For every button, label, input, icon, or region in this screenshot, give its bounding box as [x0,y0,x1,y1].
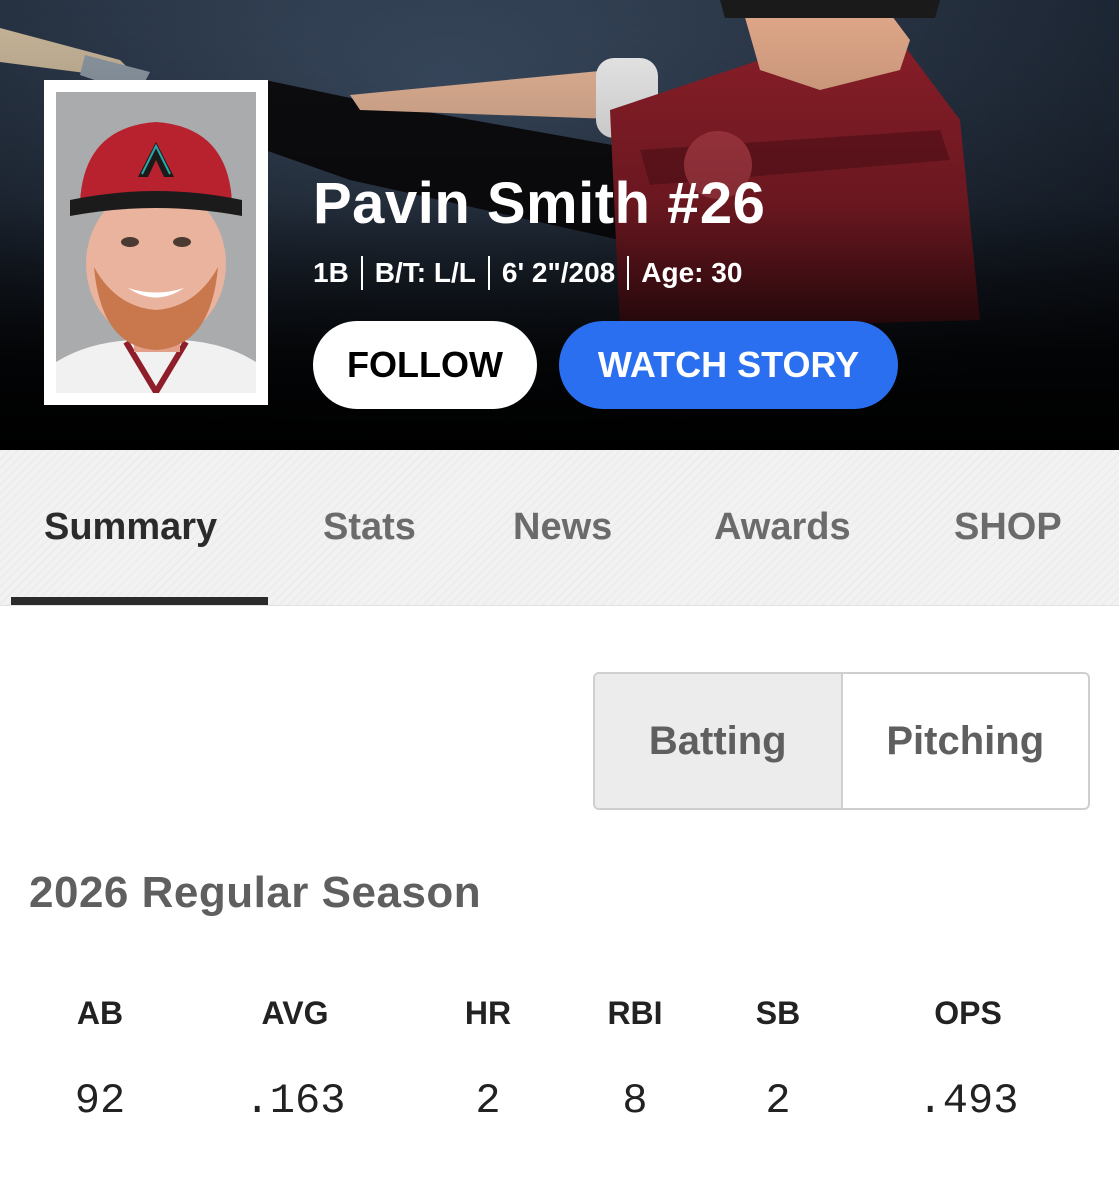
player-bio-line: 1B B/T: L/L 6' 2"/208 Age: 30 [313,256,742,290]
toggle-pitching[interactable]: Pitching [843,674,1089,808]
stat-ab: AB 92 [20,990,180,1126]
player-name: Pavin Smith #26 [313,171,766,236]
player-tabs: Summary Stats News Awards SHOP [0,450,1119,606]
tab-shop[interactable]: SHOP [954,450,1062,605]
watch-story-button[interactable]: WATCH STORY [559,321,898,409]
stat-value: .163 [244,1077,346,1125]
tab-awards[interactable]: Awards [714,450,851,605]
player-hero: Pavin Smith #26 1B B/T: L/L 6' 2"/208 Ag… [0,0,1119,450]
player-age: Age: 30 [641,257,743,288]
stat-avg: AVG .163 [215,990,375,1126]
tab-stats[interactable]: Stats [323,450,416,605]
stat-value: 2 [765,1077,791,1125]
batting-pitching-toggle: Batting Pitching [593,672,1090,810]
stat-label: HR [464,995,512,1031]
stat-value: 92 [74,1077,126,1125]
stat-value: .493 [917,1077,1019,1125]
bio-divider [360,256,363,290]
toggle-batting[interactable]: Batting [595,674,843,808]
stat-ops: OPS .493 [888,990,1048,1126]
player-headshot [44,80,268,405]
bio-divider [627,256,630,290]
stat-hr: HR 2 [408,990,568,1126]
stat-label: SB [755,995,801,1031]
player-position: 1B [313,257,349,288]
stat-rbi: RBI 8 [555,990,715,1126]
stat-sb: SB 2 [698,990,858,1126]
follow-button[interactable]: FOLLOW [313,321,537,409]
season-title: 2026 Regular Season [29,868,482,917]
active-tab-indicator [11,597,268,605]
tab-summary[interactable]: Summary [44,450,217,605]
stat-value: 8 [622,1077,648,1125]
stat-label: OPS [934,995,1002,1031]
stat-value: 2 [475,1077,501,1125]
stat-label: AB [76,995,124,1031]
tab-news[interactable]: News [513,450,612,605]
bio-divider [487,256,490,290]
player-height-weight: 6' 2"/208 [501,257,616,288]
player-bats-throws: B/T: L/L [374,257,476,288]
stat-label: RBI [607,995,663,1031]
stat-label: AVG [261,995,329,1031]
headshot-image [56,92,256,393]
